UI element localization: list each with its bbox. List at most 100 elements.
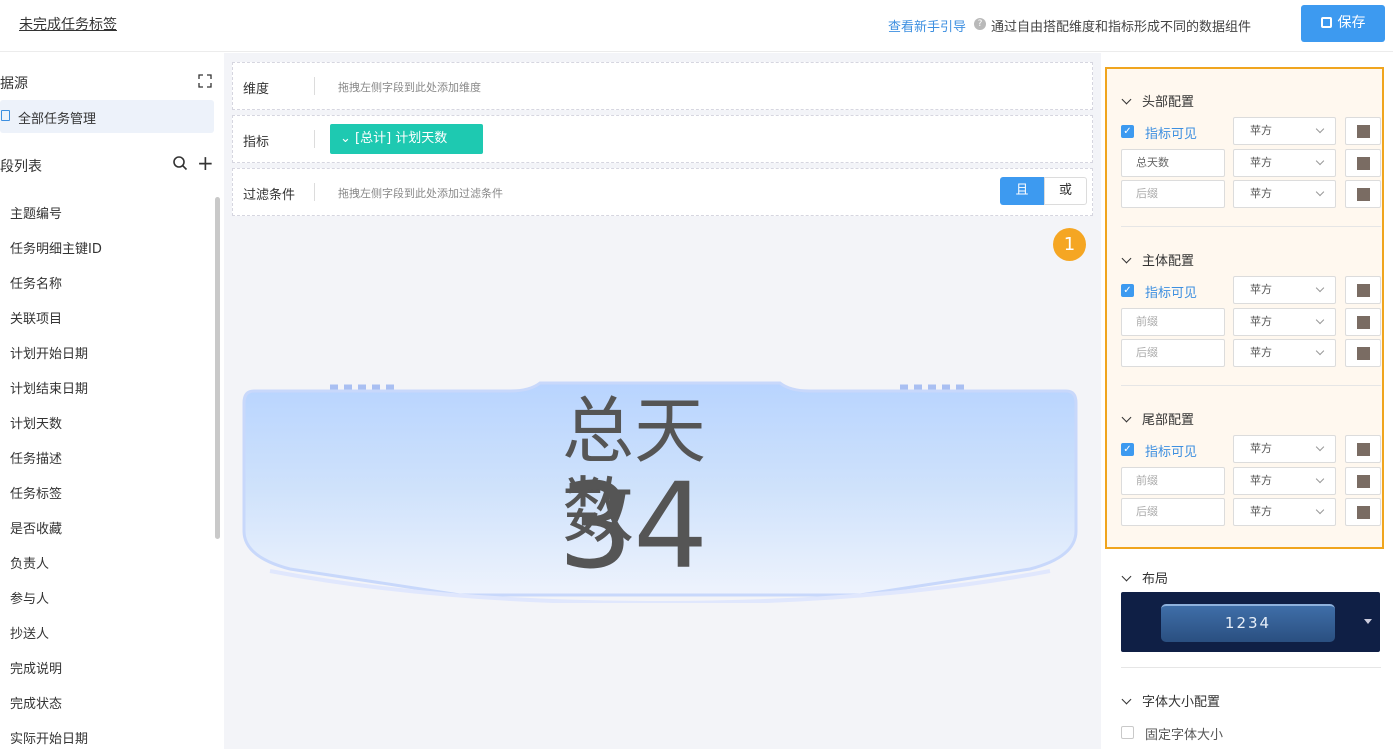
field-item[interactable]: 任务明细主键ID bbox=[10, 238, 102, 257]
field-item[interactable]: 完成说明 bbox=[10, 658, 62, 677]
add-field-icon[interactable]: + bbox=[197, 153, 214, 173]
body-prefix-input[interactable]: 前缀 bbox=[1121, 308, 1225, 336]
header-config-title: 头部配置 bbox=[1142, 95, 1195, 110]
chevron-down-icon bbox=[1315, 346, 1325, 356]
footer-suffix-input[interactable]: 后缀 bbox=[1121, 498, 1225, 526]
header-visible-color-picker[interactable] bbox=[1345, 117, 1381, 145]
field-item[interactable]: 计划开始日期 bbox=[10, 343, 88, 362]
chevron-down-icon: ⌄ bbox=[340, 131, 356, 146]
layout-preview-select[interactable]: 1234 bbox=[1121, 592, 1380, 652]
filter-drop-zone[interactable]: 过滤条件 拖拽左侧字段到此处添加过滤条件 且 或 bbox=[232, 168, 1093, 216]
datasource-item-label: 全部任务管理 bbox=[18, 112, 97, 127]
field-list-scrollbar[interactable] bbox=[215, 197, 220, 539]
section-divider bbox=[1121, 385, 1381, 386]
field-item[interactable]: 完成状态 bbox=[10, 693, 62, 712]
metric-label: 指标 bbox=[243, 135, 270, 150]
footer-visible-font-select[interactable]: 苹方 bbox=[1233, 435, 1336, 463]
field-item[interactable]: 参与人 bbox=[10, 588, 49, 607]
select-value: 苹方 bbox=[1250, 187, 1272, 200]
field-item[interactable]: 抄送人 bbox=[10, 623, 49, 642]
header-prefix-input[interactable]: 总天数 bbox=[1121, 149, 1225, 177]
field-item[interactable]: 计划结束日期 bbox=[10, 378, 88, 397]
body-suffix-font-select[interactable]: 苹方 bbox=[1233, 339, 1336, 367]
caret-down-icon bbox=[1364, 619, 1372, 624]
field-item[interactable]: 实际开始日期 bbox=[10, 728, 88, 747]
chevron-down-icon bbox=[1121, 694, 1132, 705]
header-visible-font-select[interactable]: 苹方 bbox=[1233, 117, 1336, 145]
datasource-item[interactable]: 全部任务管理 bbox=[0, 100, 214, 133]
footer-visible-checkbox[interactable]: ✓ bbox=[1121, 443, 1134, 456]
chevron-down-icon bbox=[1315, 156, 1325, 166]
chevron-down-icon bbox=[1121, 94, 1132, 105]
zone-separator bbox=[314, 77, 315, 95]
select-value: 苹方 bbox=[1250, 315, 1272, 328]
or-toggle-button[interactable]: 或 bbox=[1044, 177, 1087, 205]
field-item[interactable]: 主题编号 bbox=[10, 203, 62, 222]
header-suffix-font-select[interactable]: 苹方 bbox=[1233, 180, 1336, 208]
footer-prefix-font-select[interactable]: 苹方 bbox=[1233, 467, 1336, 495]
header-visible-checkbox[interactable]: ✓ bbox=[1121, 125, 1134, 138]
body-visible-font-select[interactable]: 苹方 bbox=[1233, 276, 1336, 304]
footer-prefix-color-picker[interactable] bbox=[1345, 467, 1381, 495]
metric-chip-label: [总计] 计划天数 bbox=[355, 131, 448, 146]
select-value: 苹方 bbox=[1250, 474, 1272, 487]
header-suffix-input[interactable]: 后缀 bbox=[1121, 180, 1225, 208]
color-swatch bbox=[1357, 506, 1370, 519]
font-size-toggle[interactable]: 字体大小配置 bbox=[1121, 691, 1221, 710]
body-prefix-font-select[interactable]: 苹方 bbox=[1233, 308, 1336, 336]
card-value: 34 bbox=[558, 457, 709, 595]
dimension-drop-zone[interactable]: 维度 拖拽左侧字段到此处添加维度 bbox=[232, 62, 1093, 110]
footer-visible-color-picker[interactable] bbox=[1345, 435, 1381, 463]
dimension-label: 维度 bbox=[243, 82, 270, 97]
header-visible-label: 指标可见 bbox=[1145, 127, 1198, 142]
color-swatch bbox=[1357, 157, 1370, 170]
chevron-down-icon bbox=[1121, 253, 1132, 264]
footer-config-title: 尾部配置 bbox=[1142, 413, 1195, 428]
top-header: 未完成任务标签 查看新手引导 ? 通过自由搭配维度和指标形成不同的数据组件 保存 bbox=[0, 0, 1393, 52]
zone-separator bbox=[314, 183, 315, 201]
body-config-toggle[interactable]: 主体配置 bbox=[1121, 250, 1194, 269]
body-suffix-color-picker[interactable] bbox=[1345, 339, 1381, 367]
field-item[interactable]: 关联项目 bbox=[10, 308, 62, 327]
and-toggle-button[interactable]: 且 bbox=[1000, 177, 1044, 205]
save-button[interactable]: 保存 bbox=[1301, 5, 1385, 42]
color-swatch bbox=[1357, 188, 1370, 201]
fixed-font-checkbox[interactable] bbox=[1121, 726, 1134, 739]
body-suffix-input[interactable]: 后缀 bbox=[1121, 339, 1225, 367]
dimension-placeholder: 拖拽左侧字段到此处添加维度 bbox=[338, 81, 481, 94]
left-panel: 据源 全部任务管理 段列表 + 主题编号 任务明细主键ID 任务名称 关联项目 … bbox=[0, 53, 224, 749]
footer-prefix-input[interactable]: 前缀 bbox=[1121, 467, 1225, 495]
header-config-toggle[interactable]: 头部配置 bbox=[1121, 91, 1195, 110]
chevron-down-icon bbox=[1315, 283, 1325, 293]
guide-link[interactable]: 查看新手引导 bbox=[888, 16, 966, 35]
field-item[interactable]: 是否收藏 bbox=[10, 518, 62, 537]
metric-drop-zone[interactable]: 指标 ⌄ [总计] 计划天数 bbox=[232, 115, 1093, 163]
color-swatch bbox=[1357, 443, 1370, 456]
field-item[interactable]: 任务描述 bbox=[10, 448, 62, 467]
search-icon[interactable] bbox=[172, 155, 188, 171]
body-visible-color-picker[interactable] bbox=[1345, 276, 1381, 304]
layout-preview-frame: 1234 bbox=[1161, 604, 1335, 642]
metric-chip[interactable]: ⌄ [总计] 计划天数 bbox=[330, 124, 483, 154]
field-item[interactable]: 任务标签 bbox=[10, 483, 62, 502]
body-visible-checkbox[interactable]: ✓ bbox=[1121, 284, 1134, 297]
canvas-area: 维度 拖拽左侧字段到此处添加维度 指标 ⌄ [总计] 计划天数 过滤条件 拖拽左… bbox=[224, 53, 1101, 749]
header-prefix-font-select[interactable]: 苹方 bbox=[1233, 149, 1336, 177]
section-divider bbox=[1121, 226, 1381, 227]
header-hint: 通过自由搭配维度和指标形成不同的数据组件 bbox=[991, 20, 1252, 35]
chevron-down-icon bbox=[1315, 124, 1325, 134]
page-title[interactable]: 未完成任务标签 bbox=[19, 14, 117, 34]
header-suffix-color-picker[interactable] bbox=[1345, 180, 1381, 208]
header-prefix-color-picker[interactable] bbox=[1345, 149, 1381, 177]
footer-suffix-font-select[interactable]: 苹方 bbox=[1233, 498, 1336, 526]
footer-config-toggle[interactable]: 尾部配置 bbox=[1121, 409, 1195, 428]
switch-datasource-icon[interactable] bbox=[197, 73, 213, 89]
field-item[interactable]: 计划天数 bbox=[10, 413, 62, 432]
footer-suffix-color-picker[interactable] bbox=[1345, 498, 1381, 526]
field-item[interactable]: 任务名称 bbox=[10, 273, 62, 292]
zone-separator bbox=[314, 130, 315, 148]
font-size-title: 字体大小配置 bbox=[1142, 695, 1221, 710]
body-prefix-color-picker[interactable] bbox=[1345, 308, 1381, 336]
field-item[interactable]: 负责人 bbox=[10, 553, 49, 572]
layout-toggle[interactable]: 布局 bbox=[1121, 568, 1168, 587]
